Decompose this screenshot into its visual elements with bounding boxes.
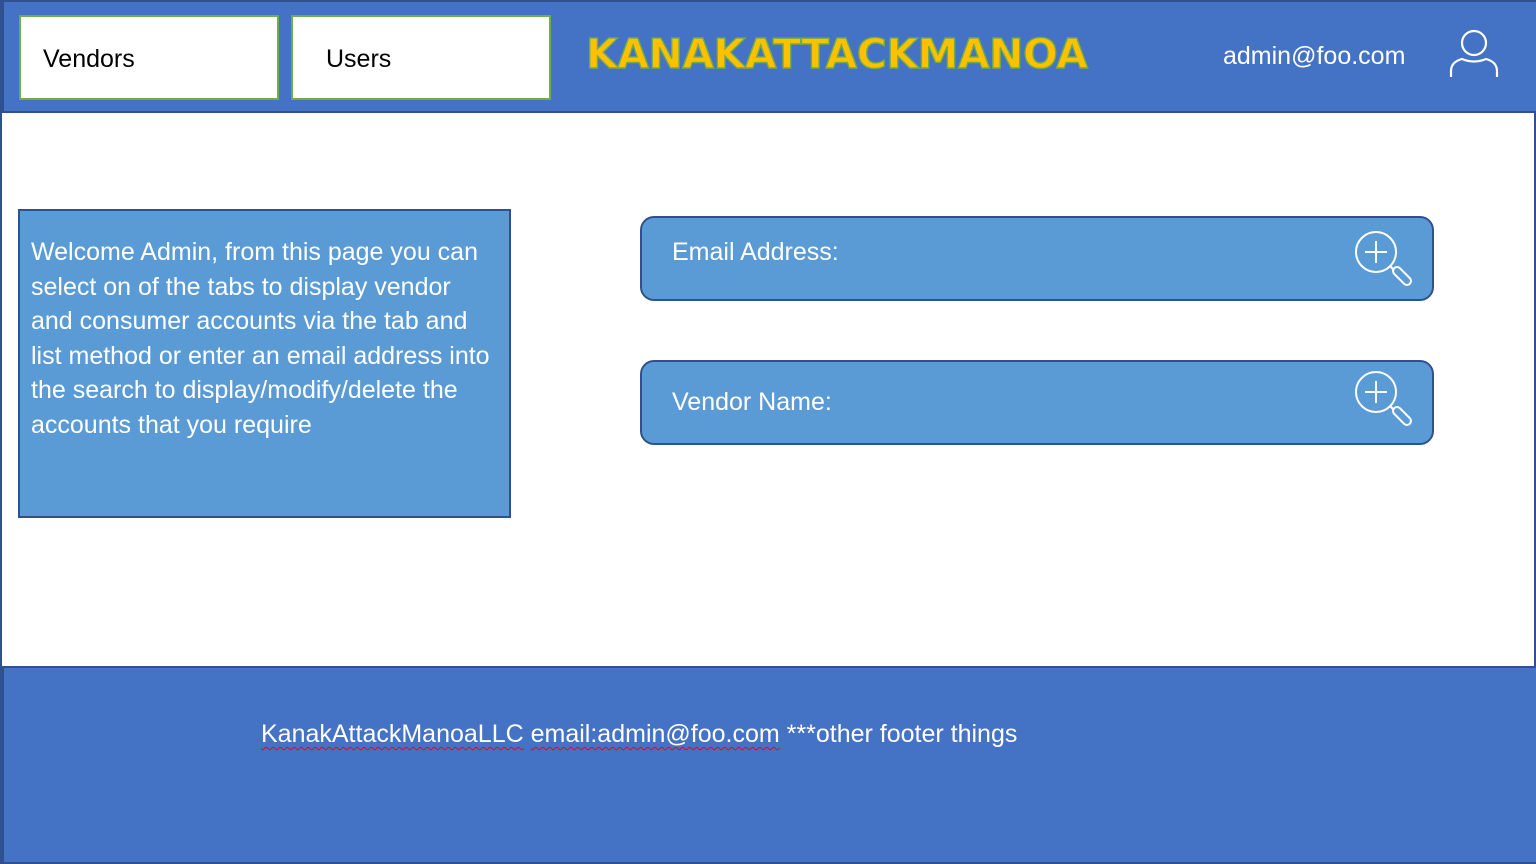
tab-vendors[interactable]: Vendors (19, 15, 279, 100)
vendor-search-label: Vendor Name: (672, 388, 832, 416)
email-search-label: Email Address: (672, 238, 839, 266)
welcome-message-text: Welcome Admin, from this page you can se… (31, 238, 490, 439)
header-bar: Vendors Users KANAKATTACKMANOA admin@foo… (2, 0, 1536, 113)
zoom-in-icon[interactable] (1352, 368, 1418, 434)
welcome-message-panel: Welcome Admin, from this page you can se… (18, 209, 511, 518)
footer-company: KanakAttackManoaLLC (261, 720, 524, 748)
vendor-search-bar[interactable]: Vendor Name: (640, 360, 1434, 445)
vendor-search-input[interactable] (872, 382, 1352, 422)
footer-email-link[interactable]: email:admin@foo.com (531, 720, 780, 748)
email-search-input[interactable] (872, 238, 1352, 278)
footer-text: KanakAttackManoaLLC email:admin@foo.com … (261, 718, 1017, 750)
brand-title: KANAKATTACKMANOA (585, 29, 1088, 78)
zoom-in-icon[interactable] (1352, 228, 1418, 294)
page: Vendors Users KANAKATTACKMANOA admin@foo… (0, 0, 1536, 864)
email-search-bar[interactable]: Email Address: (640, 216, 1434, 301)
footer-other: ***other footer things (779, 720, 1018, 748)
current-user-email: admin@foo.com (1223, 42, 1406, 70)
footer: KanakAttackManoaLLC email:admin@foo.com … (2, 666, 1536, 864)
tab-users[interactable]: Users (291, 15, 551, 100)
user-icon[interactable] (1446, 26, 1502, 82)
